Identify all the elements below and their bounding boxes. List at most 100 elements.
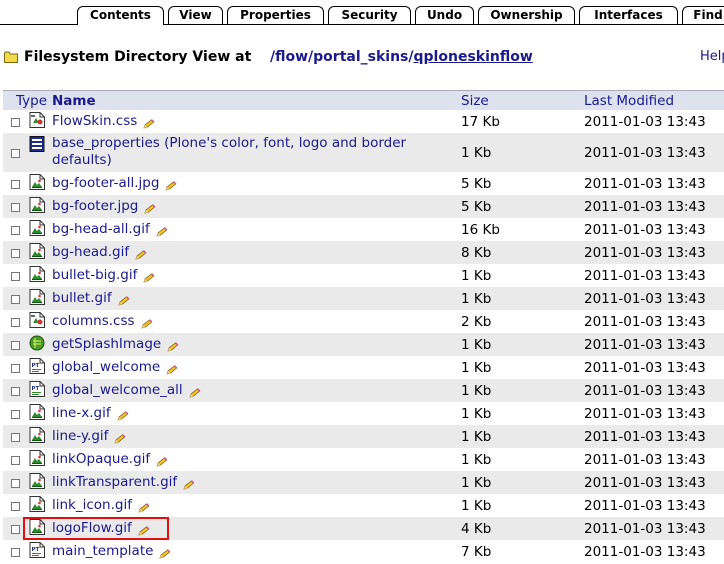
row-checkbox[interactable] xyxy=(11,180,20,189)
file-name-link[interactable]: line-x.gif xyxy=(52,405,129,422)
image-file-icon xyxy=(29,289,46,305)
edit-pencil-icon[interactable] xyxy=(140,319,153,329)
breadcrumb-qploneskinflow[interactable]: qploneskinflow xyxy=(414,49,533,65)
file-name-link[interactable]: base_properties (Plone's color, font, lo… xyxy=(52,135,452,169)
file-modified: 2011-01-03 13:43 xyxy=(584,114,706,130)
row-checkbox[interactable] xyxy=(11,502,20,511)
svg-text:PT: PT xyxy=(32,547,40,553)
column-header-type[interactable]: Type xyxy=(16,93,47,109)
tab-ownership[interactable]: Ownership xyxy=(478,6,575,24)
row-checkbox[interactable] xyxy=(11,525,20,534)
file-name-link[interactable]: link_icon.gif xyxy=(52,497,150,514)
file-name-link[interactable]: line-y.gif xyxy=(52,428,126,445)
row-checkbox[interactable] xyxy=(11,272,20,281)
file-name-link[interactable]: getSplashImage xyxy=(52,336,179,353)
edit-pencil-icon[interactable] xyxy=(117,411,129,421)
row-checkbox[interactable] xyxy=(11,364,20,373)
tab-view[interactable]: View xyxy=(168,6,223,24)
row-checkbox[interactable] xyxy=(11,149,20,158)
file-modified: 2011-01-03 13:43 xyxy=(584,145,706,161)
column-header-name[interactable]: Name xyxy=(52,93,96,109)
table-row: getSplashImage 1 Kb 2011-01-03 13:43 xyxy=(3,333,724,356)
edit-pencil-icon[interactable] xyxy=(165,181,177,191)
breadcrumb-portal-skins[interactable]: /portal_skins xyxy=(308,49,408,65)
file-name-link[interactable]: bg-head.gif xyxy=(52,244,147,261)
file-name-text: linkTransparent.gif xyxy=(52,474,178,490)
edit-pencil-icon[interactable] xyxy=(156,457,168,467)
file-name-text: bg-footer.jpg xyxy=(52,198,139,214)
row-checkbox[interactable] xyxy=(11,341,20,350)
row-checkbox[interactable] xyxy=(11,318,20,327)
row-checkbox[interactable] xyxy=(11,479,20,488)
file-name-text: base_properties (Plone's color, font, lo… xyxy=(52,135,407,151)
file-name-link[interactable]: global_welcome xyxy=(52,359,178,376)
tab-contents[interactable]: Contents xyxy=(77,6,164,25)
edit-pencil-icon[interactable] xyxy=(183,480,195,490)
table-row: bullet.gif 1 Kb 2011-01-03 13:43 xyxy=(3,287,724,310)
edit-pencil-icon[interactable] xyxy=(135,250,147,260)
file-name-link[interactable]: bullet.gif xyxy=(52,290,130,307)
tab-properties[interactable]: Properties xyxy=(227,6,324,24)
edit-pencil-icon[interactable] xyxy=(138,503,150,513)
image-file-icon xyxy=(29,404,46,420)
row-checkbox[interactable] xyxy=(11,249,20,258)
file-name-text: bullet-big.gif xyxy=(52,267,138,283)
tab-find[interactable]: Find xyxy=(682,6,724,24)
row-checkbox[interactable] xyxy=(11,548,20,557)
column-header-modified[interactable]: Last Modified xyxy=(584,93,674,109)
file-size: 4 Kb xyxy=(461,521,492,537)
file-modified: 2011-01-03 13:43 xyxy=(584,406,706,422)
edit-pencil-icon[interactable] xyxy=(143,119,155,129)
column-header-size[interactable]: Size xyxy=(461,93,489,109)
file-name-text: bullet.gif xyxy=(52,290,112,306)
file-name-link[interactable]: bg-footer-all.jpg xyxy=(52,175,177,192)
file-name-link[interactable]: bullet-big.gif xyxy=(52,267,155,284)
file-name-link[interactable]: columns.css xyxy=(52,313,153,330)
file-name-link[interactable]: bg-footer.jpg xyxy=(52,198,156,215)
edit-pencil-icon[interactable] xyxy=(114,434,126,444)
file-name-text: columns.css xyxy=(52,313,135,329)
row-checkbox[interactable] xyxy=(11,410,20,419)
table-row: linkOpaque.gif 1 Kb 2011-01-03 13:43 xyxy=(3,448,724,471)
file-name-link[interactable]: global_welcome_all xyxy=(52,382,201,399)
row-checkbox[interactable] xyxy=(11,433,20,442)
row-checkbox[interactable] xyxy=(11,118,20,127)
file-name-link[interactable]: main_template xyxy=(52,543,171,560)
image-file-icon xyxy=(29,450,46,466)
file-name-link[interactable]: linkTransparent.gif xyxy=(52,474,195,491)
file-size: 1 Kb xyxy=(461,498,492,514)
edit-pencil-icon[interactable] xyxy=(144,204,156,214)
row-checkbox[interactable] xyxy=(11,226,20,235)
row-checkbox[interactable] xyxy=(11,295,20,304)
file-name-link[interactable]: FlowSkin.css xyxy=(52,113,155,130)
file-name-text: line-x.gif xyxy=(52,405,111,421)
row-checkbox[interactable] xyxy=(11,456,20,465)
edit-pencil-icon[interactable] xyxy=(189,388,201,398)
file-modified: 2011-01-03 13:43 xyxy=(584,199,706,215)
image-file-icon xyxy=(29,220,46,236)
edit-pencil-icon[interactable] xyxy=(167,342,179,352)
file-name-link[interactable]: linkOpaque.gif xyxy=(52,451,168,468)
tab-interfaces[interactable]: Interfaces xyxy=(579,6,678,24)
edit-pencil-icon[interactable] xyxy=(156,227,168,237)
file-size: 1 Kb xyxy=(461,337,492,353)
help-link[interactable]: Help! xyxy=(700,49,724,64)
css-file-icon xyxy=(29,112,46,128)
table-row: line-x.gif 1 Kb 2011-01-03 13:43 xyxy=(3,402,724,425)
tab-undo[interactable]: Undo xyxy=(415,6,474,24)
edit-pencil-icon[interactable] xyxy=(143,273,155,283)
folder-icon xyxy=(4,51,18,63)
file-size: 1 Kb xyxy=(461,383,492,399)
table-row: line-y.gif 1 Kb 2011-01-03 13:43 xyxy=(3,425,724,448)
edit-pencil-icon[interactable] xyxy=(118,296,130,306)
image-file-icon xyxy=(29,427,46,443)
edit-pencil-icon[interactable] xyxy=(166,365,178,375)
breadcrumb-flow[interactable]: /flow xyxy=(270,49,308,65)
page-template-icon: PT xyxy=(29,358,46,374)
file-modified: 2011-01-03 13:43 xyxy=(584,314,706,330)
tab-security[interactable]: Security xyxy=(328,6,411,24)
row-checkbox[interactable] xyxy=(11,203,20,212)
file-name-link[interactable]: bg-head-all.gif xyxy=(52,221,168,238)
row-checkbox[interactable] xyxy=(11,387,20,396)
edit-pencil-icon[interactable] xyxy=(159,549,171,559)
